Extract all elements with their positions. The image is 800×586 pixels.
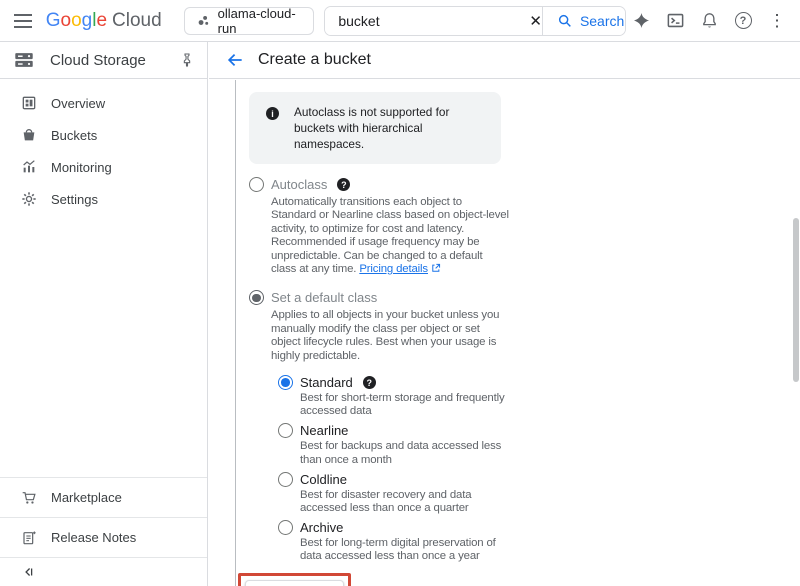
cloud-storage-icon (13, 49, 35, 71)
info-icon: i (266, 107, 279, 120)
nearline-radio[interactable] (278, 423, 293, 438)
scrollbar-thumb[interactable] (793, 218, 799, 382)
project-selector[interactable]: ollama-cloud-run (184, 7, 315, 35)
archive-label: Archive (300, 520, 343, 535)
info-banner: i Autoclass is not supported for buckets… (249, 92, 501, 164)
collapse-sidebar-button[interactable] (0, 557, 207, 586)
external-link-icon (431, 263, 441, 273)
sidebar: Cloud Storage Overview (0, 42, 208, 586)
logo-letter: e (96, 10, 107, 32)
top-bar-actions: ? ⋮ (626, 6, 800, 36)
logo-cloud-text: Cloud (112, 10, 162, 32)
class-option-nearline: Nearline Best for backups and data acces… (278, 423, 501, 466)
collapse-icon (21, 565, 37, 579)
page-header: Create a bucket (209, 42, 800, 79)
nearline-label: Nearline (300, 423, 348, 438)
autoclass-description: Automatically transitions each object to… (271, 196, 509, 276)
google-cloud-console: Google Cloud ollama-cloud-run ✕ Search (0, 0, 800, 586)
standard-radio[interactable] (278, 375, 293, 390)
standard-label: Standard (300, 375, 353, 390)
sidebar-item-label: Settings (51, 192, 98, 207)
storage-class-step: i Autoclass is not supported for buckets… (249, 80, 501, 586)
more-options-icon[interactable]: ⋮ (762, 6, 792, 36)
sidebar-item-settings[interactable]: Settings (0, 183, 207, 215)
back-arrow-icon[interactable] (224, 49, 246, 71)
sidebar-item-marketplace[interactable]: Marketplace (0, 477, 207, 517)
pin-icon[interactable] (179, 52, 195, 68)
clear-search-icon[interactable]: ✕ (529, 7, 542, 35)
autoclass-radio[interactable] (249, 177, 264, 192)
sidebar-item-label: Release Notes (51, 530, 136, 545)
logo-letter: o (60, 10, 71, 32)
main-panel: Create a bucket i Autoclass is not suppo… (209, 42, 800, 586)
top-bar: Google Cloud ollama-cloud-run ✕ Search (0, 0, 800, 42)
page-title: Create a bucket (258, 51, 371, 69)
autoclass-help-icon[interactable]: ? (337, 178, 350, 191)
annotation-highlight-box: CONTINUE (238, 573, 351, 586)
nearline-description: Best for backups and data accessed less … (300, 440, 512, 466)
default-class-radio[interactable] (249, 290, 264, 305)
archive-description: Best for long-term digital preservation … (300, 537, 512, 563)
coldline-label: Coldline (300, 472, 347, 487)
standard-help-icon[interactable]: ? (363, 376, 376, 389)
default-class-description: Applies to all objects in your bucket un… (271, 309, 509, 363)
search-input[interactable] (325, 7, 529, 35)
continue-button[interactable]: CONTINUE (245, 580, 344, 586)
default-class-label: Set a default class (271, 290, 377, 305)
form-scroll-area: i Autoclass is not supported for buckets… (209, 80, 800, 586)
sidebar-item-overview[interactable]: Overview (0, 87, 207, 119)
search-icon (557, 13, 573, 29)
sidebar-item-buckets[interactable]: Buckets (0, 119, 207, 151)
search-button-label: Search (580, 13, 624, 29)
logo-letter: g (82, 10, 93, 32)
class-option-archive: Archive Best for long-term digital prese… (278, 520, 501, 563)
sidebar-item-label: Overview (51, 96, 105, 111)
search-bar: ✕ Search (324, 6, 626, 36)
search-button[interactable]: Search (542, 7, 626, 35)
monitoring-icon (21, 159, 37, 175)
sidebar-item-release-notes[interactable]: Release Notes (0, 517, 207, 557)
gemini-spark-icon[interactable] (626, 6, 656, 36)
project-icon (197, 13, 210, 28)
coldline-description: Best for disaster recovery and data acce… (300, 489, 512, 515)
google-cloud-logo[interactable]: Google Cloud (46, 10, 162, 32)
sidebar-item-label: Monitoring (51, 160, 112, 175)
coldline-radio[interactable] (278, 472, 293, 487)
cloud-shell-icon[interactable] (660, 6, 690, 36)
class-option-standard: Standard ? Best for short-term storage a… (278, 375, 501, 418)
main-menu-icon[interactable] (8, 4, 38, 38)
autoclass-label: Autoclass (271, 177, 327, 192)
class-option-coldline: Coldline Best for disaster recovery and … (278, 472, 501, 515)
logo-letter: G (46, 10, 61, 32)
sidebar-nav: Overview Buckets (0, 79, 207, 215)
sidebar-item-label: Buckets (51, 128, 97, 143)
standard-description: Best for short-term storage and frequent… (300, 392, 512, 418)
marketplace-cart-icon (21, 490, 37, 506)
default-class-option: Set a default class Applies to all objec… (249, 290, 501, 363)
sidebar-item-label: Marketplace (51, 490, 122, 505)
help-icon[interactable]: ? (728, 6, 758, 36)
overview-icon (21, 95, 37, 111)
settings-gear-icon (21, 191, 37, 207)
autoclass-option: Autoclass ? Automatically transitions ea… (249, 177, 501, 276)
info-banner-text: Autoclass is not supported for buckets w… (294, 104, 472, 152)
storage-class-radio-group: Standard ? Best for short-term storage a… (278, 375, 501, 564)
release-notes-icon (21, 530, 37, 546)
logo-letter: o (71, 10, 82, 32)
sidebar-footer: Marketplace Release Notes (0, 477, 207, 586)
project-name: ollama-cloud-run (218, 6, 302, 36)
sidebar-header: Cloud Storage (0, 42, 207, 79)
sidebar-title: Cloud Storage (50, 52, 146, 69)
archive-radio[interactable] (278, 520, 293, 535)
sidebar-item-monitoring[interactable]: Monitoring (0, 151, 207, 183)
pricing-details-link[interactable]: Pricing details (359, 263, 428, 275)
buckets-icon (21, 127, 37, 143)
notifications-bell-icon[interactable] (694, 6, 724, 36)
stepper-connector-line (235, 80, 236, 586)
